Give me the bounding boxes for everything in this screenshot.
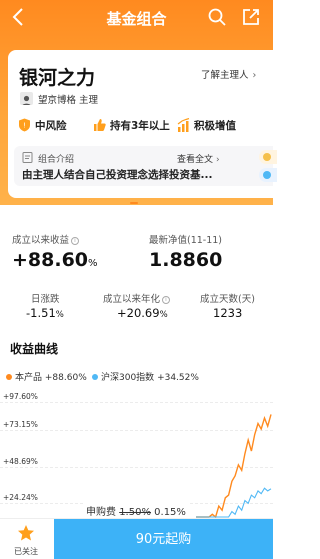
avatar (20, 92, 33, 105)
cumulative-return-value: +88.60% (12, 249, 98, 271)
follow-label: 已关注 (14, 547, 38, 556)
portfolio-card: 银河之力 了解主理人 › 望京博格 主理 ! 中风险 持有3年以上 积极增值 组… (8, 50, 277, 198)
percent-sign: % (55, 310, 64, 320)
return-chart[interactable] (0, 385, 273, 518)
page-title: 基金组合 (106, 10, 167, 28)
annualized-value: +20.69% (117, 306, 168, 320)
manager-name: 望京博格 主理 (38, 95, 99, 106)
share-icon[interactable] (242, 8, 260, 26)
carousel-indicator (130, 202, 138, 204)
days-label: 成立天数(天) (200, 294, 255, 305)
chart-section-title: 收益曲线 (10, 342, 59, 356)
cumulative-return-label: 成立以来收益 i (12, 232, 80, 246)
legend-name: 沪深300指数 (101, 373, 155, 383)
navbar: 基金组合 (0, 0, 273, 36)
percent-sign: % (88, 258, 98, 269)
legend-name: 本产品 (15, 373, 43, 383)
svg-text:!: ! (23, 122, 26, 130)
follow-button[interactable]: 已关注 (0, 519, 52, 559)
daily-change-number: -1.51 (26, 306, 56, 320)
manager-intro-label: 了解主理人 (201, 70, 249, 81)
tag-label: 积极增值 (194, 120, 236, 132)
manager-intro-link[interactable]: 了解主理人 › (201, 67, 256, 81)
buy-button[interactable]: 90元起购 (54, 519, 273, 559)
legend-dot (92, 374, 98, 380)
annualized-label: 成立以来年化 i (103, 291, 171, 305)
days-value: 1233 (213, 306, 243, 320)
latest-nav-value: 1.8860 (149, 249, 223, 271)
cumulative-return-number: +88.60 (12, 249, 89, 271)
bar-chart-icon (177, 118, 190, 132)
series-line-1 (196, 487, 272, 518)
legend-item-product: 本产品 +88.60% (6, 370, 87, 383)
portfolio-name: 银河之力 (19, 67, 96, 89)
shield-icon: ! (19, 118, 30, 132)
percent-sign: % (159, 310, 168, 320)
daily-change-label: 日涨跌 (31, 294, 60, 305)
daily-change-value: -1.51% (26, 306, 64, 320)
tag-row: ! 中风险 持有3年以上 积极增值 (18, 117, 268, 133)
tag-label: 中风险 (35, 120, 67, 132)
document-icon (22, 152, 33, 163)
intro-text: 由主理人结合自己投资理念选择投资基... (22, 169, 213, 181)
info-icon[interactable]: i (71, 237, 80, 245)
fee-new-rate: 0.15% (154, 507, 186, 518)
chevron-right-icon: › (252, 70, 257, 81)
cumulative-return-label-text: 成立以来收益 (12, 235, 70, 246)
intro-box[interactable]: 组合介绍 查看全文 › 由主理人结合自己投资理念选择投资基... (14, 146, 277, 186)
view-all-label: 查看全文 (177, 155, 214, 165)
legend-value: +88.60% (44, 373, 87, 383)
thumbs-up-icon (94, 119, 106, 131)
tag-label: 持有3年以上 (110, 120, 170, 132)
legend-dot (6, 374, 12, 380)
legend-item-index: 沪深300指数 +34.52% (92, 370, 199, 383)
info-icon[interactable]: i (162, 296, 171, 304)
dot-icon (263, 171, 271, 179)
fee-old-rate: 1.50% (119, 507, 151, 518)
search-icon[interactable] (208, 8, 226, 26)
annualized-number: +20.69 (117, 306, 160, 320)
star-icon (18, 525, 34, 541)
chevron-right-icon: › (216, 155, 220, 165)
side-card-peek[interactable] (259, 168, 277, 182)
bottom-bar: 已关注 90元起购 (0, 518, 273, 559)
intro-label: 组合介绍 (38, 155, 75, 165)
latest-nav-label: 最新净值(11-11) (149, 235, 223, 246)
fee-label: 申购费 (86, 507, 116, 518)
fee-row: 申购费 1.50% 0.15% (84, 503, 188, 518)
annualized-label-text: 成立以来年化 (103, 294, 161, 305)
legend-value: +34.52% (157, 373, 199, 383)
side-card-peek[interactable] (259, 150, 277, 164)
dot-icon (263, 153, 271, 161)
view-all-link[interactable]: 查看全文 › (177, 152, 220, 165)
series-line-0 (196, 414, 272, 518)
